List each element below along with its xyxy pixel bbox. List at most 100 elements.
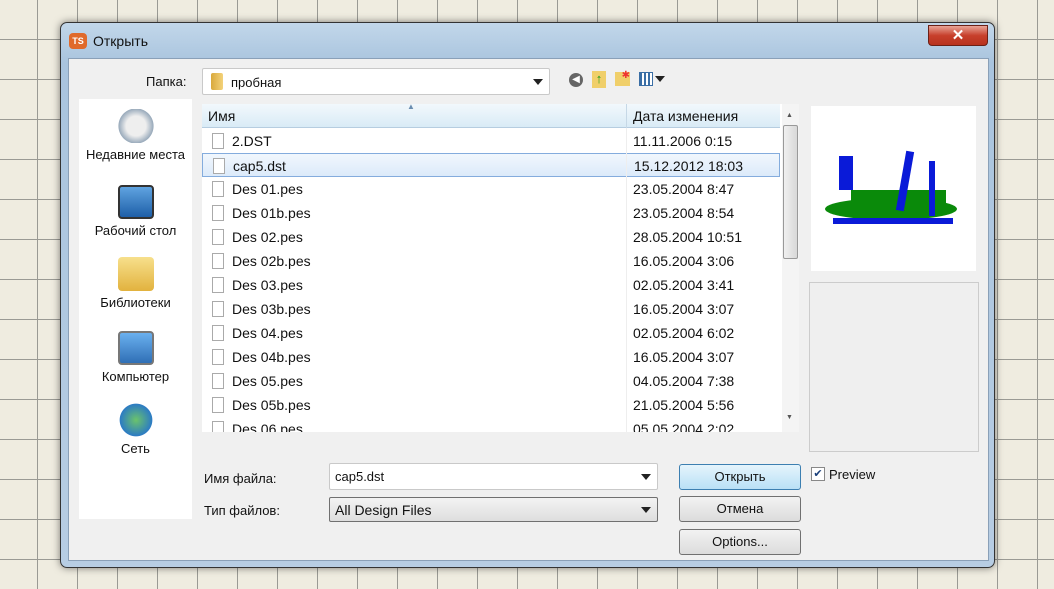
desktop-icon (117, 185, 154, 219)
file-row[interactable]: 2.DST 11.11.2006 0:15 (202, 129, 780, 153)
close-button[interactable]: ✕ (928, 25, 988, 46)
file-row[interactable]: Des 03b.pes 16.05.2004 3:07 (202, 297, 780, 321)
file-name: Des 04.pes (232, 325, 303, 341)
place-libraries[interactable]: Библиотеки (79, 257, 192, 310)
file-row[interactable]: Des 02.pes 28.05.2004 10:51 (202, 225, 780, 249)
file-icon (212, 181, 224, 197)
computer-icon (117, 331, 154, 365)
folder-icon (211, 73, 223, 90)
file-name: Des 03b.pes (232, 301, 311, 317)
file-date: 28.05.2004 10:51 (633, 229, 742, 245)
place-label: Библиотеки (100, 295, 171, 310)
file-row[interactable]: Des 05.pes 04.05.2004 7:38 (202, 369, 780, 393)
vertical-scrollbar[interactable]: ▲ ▼ (782, 104, 799, 432)
file-name: cap5.dst (233, 158, 286, 174)
place-label: Компьютер (101, 369, 170, 384)
file-row[interactable]: Des 05b.pes 21.05.2004 5:56 (202, 393, 780, 417)
view-menu-icon[interactable] (639, 72, 665, 86)
preview-label: Preview (829, 467, 876, 482)
file-list[interactable]: Имя ▲ Дата изменения 2.DST 11.11.2006 0:1… (202, 104, 799, 432)
file-icon (212, 373, 224, 389)
folder-label: Папка: (146, 74, 187, 89)
file-row[interactable]: Des 04b.pes 16.05.2004 3:07 (202, 345, 780, 369)
file-name: Des 01.pes (232, 181, 303, 197)
place-label: Рабочий стол (94, 223, 177, 238)
place-label: Сеть (121, 441, 150, 456)
file-date: 23.05.2004 8:54 (633, 205, 735, 221)
back-icon[interactable]: ◀ (569, 73, 583, 87)
file-date: 15.12.2012 18:03 (634, 158, 743, 174)
file-row[interactable]: Des 01.pes 23.05.2004 8:47 (202, 177, 780, 201)
filename-value: cap5.dst (335, 469, 385, 484)
filetype-select[interactable]: All Design Files (329, 497, 658, 522)
file-icon (212, 349, 224, 365)
file-name: Des 05b.pes (232, 397, 311, 413)
file-icon (212, 253, 224, 269)
app-icon: TS (69, 33, 87, 49)
file-date: 16.05.2004 3:06 (633, 253, 735, 269)
file-date: 21.05.2004 5:56 (633, 397, 735, 413)
column-header-name[interactable]: Имя (208, 108, 235, 124)
network-icon (117, 403, 154, 437)
file-icon (212, 277, 224, 293)
file-date: 05.05.2004 2:02 (633, 421, 735, 432)
file-row[interactable]: cap5.dst 15.12.2012 18:03 (202, 153, 780, 177)
place-network[interactable]: Сеть (79, 403, 192, 456)
file-name: Des 01b.pes (232, 205, 311, 221)
folder-select[interactable]: пробная (202, 68, 550, 95)
preview-checkbox[interactable]: ✔ (811, 467, 825, 481)
up-folder-icon[interactable]: ↑ (592, 71, 606, 88)
file-name: Des 02b.pes (232, 253, 311, 269)
chevron-down-icon (641, 506, 651, 513)
file-name: Des 04b.pes (232, 349, 311, 365)
places-bar: Недавние места Рабочий стол Библиотеки К… (79, 99, 192, 519)
file-icon (212, 325, 224, 341)
file-icon (212, 301, 224, 317)
filename-label: Имя файла: (204, 471, 277, 486)
open-button[interactable]: Открыть (679, 464, 801, 490)
sort-ascending-icon: ▲ (407, 104, 415, 111)
file-row[interactable]: Des 02b.pes 16.05.2004 3:06 (202, 249, 780, 273)
dialog-body: Папка: пробная ◀ ↑ ✱ Недавние места Рабо… (68, 58, 989, 561)
column-header-date[interactable]: Дата изменения (633, 108, 738, 124)
preview-image (811, 106, 976, 271)
file-row[interactable]: Des 01b.pes 23.05.2004 8:54 (202, 201, 780, 225)
chevron-down-icon[interactable] (641, 473, 651, 480)
filetype-label: Тип файлов: (204, 503, 280, 518)
cancel-button[interactable]: Отмена (679, 496, 801, 522)
file-icon (212, 229, 224, 245)
file-row[interactable]: Des 04.pes 02.05.2004 6:02 (202, 321, 780, 345)
place-recent[interactable]: Недавние места (79, 109, 192, 162)
place-computer[interactable]: Компьютер (79, 331, 192, 384)
recent-places-icon (117, 109, 154, 143)
file-row[interactable]: Des 03.pes 02.05.2004 3:41 (202, 273, 780, 297)
file-row[interactable]: Des 06.pes 05.05.2004 2:02 (202, 417, 780, 432)
file-date: 16.05.2004 3:07 (633, 301, 735, 317)
file-icon (212, 421, 224, 432)
filename-input[interactable]: cap5.dst (329, 463, 658, 490)
scrollbar-thumb[interactable] (783, 125, 798, 259)
file-date: 04.05.2004 7:38 (633, 373, 735, 389)
file-icon (212, 133, 224, 149)
place-desktop[interactable]: Рабочий стол (79, 185, 192, 238)
file-date: 11.11.2006 0:15 (633, 133, 733, 149)
new-folder-icon[interactable]: ✱ (615, 71, 630, 86)
file-name: Des 03.pes (232, 277, 303, 293)
place-label: Недавние места (85, 147, 186, 162)
filetype-value: All Design Files (335, 502, 432, 518)
file-date: 23.05.2004 8:47 (633, 181, 735, 197)
list-header: Имя ▲ Дата изменения (202, 104, 780, 128)
file-date: 02.05.2004 6:02 (633, 325, 735, 341)
libraries-icon (117, 257, 154, 291)
options-button[interactable]: Options... (679, 529, 801, 555)
preview-info-pane (809, 282, 979, 452)
chevron-down-icon (533, 78, 543, 85)
file-date: 02.05.2004 3:41 (633, 277, 735, 293)
file-name: Des 05.pes (232, 373, 303, 389)
design-preview-icon (825, 150, 957, 224)
file-name: Des 02.pes (232, 229, 303, 245)
file-name: Des 06.pes (232, 421, 303, 432)
folder-value: пробная (231, 75, 282, 90)
file-date: 16.05.2004 3:07 (633, 349, 735, 365)
file-icon (212, 205, 224, 221)
